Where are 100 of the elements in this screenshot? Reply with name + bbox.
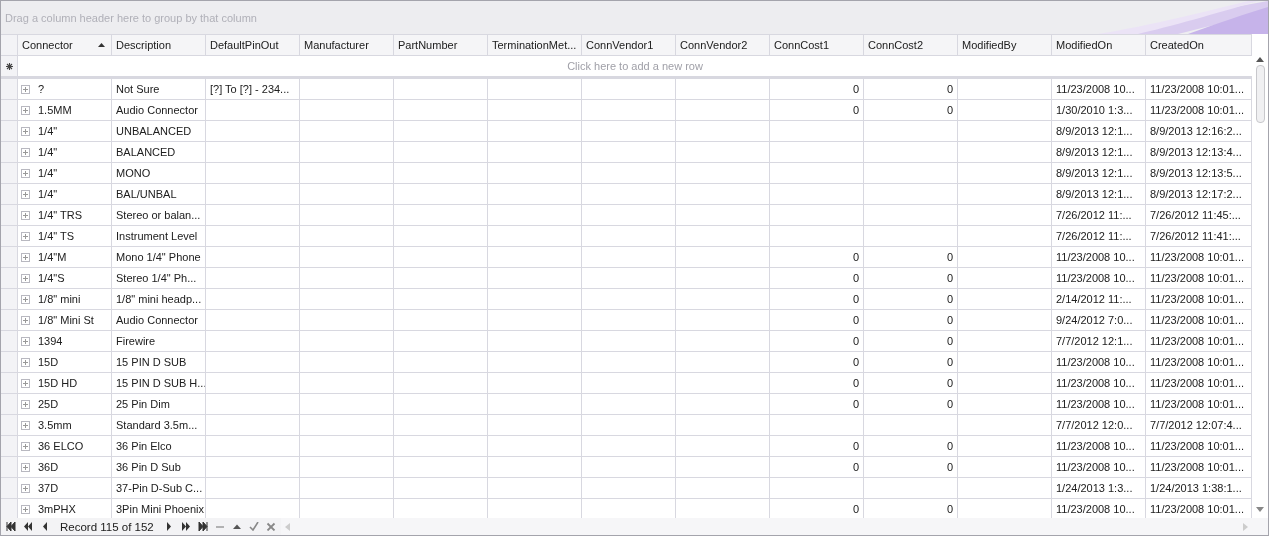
sort-ascending-icon (98, 43, 105, 47)
table-cell: 36 Pin Elco (112, 436, 206, 457)
up-triangle-icon[interactable] (231, 522, 242, 531)
expand-icon[interactable] (21, 231, 30, 241)
table-cell: 0 (770, 457, 864, 478)
cell-text: 1/4" (38, 146, 58, 158)
column-header[interactable]: DefaultPinOut (206, 35, 300, 56)
scroll-down-icon[interactable] (1256, 507, 1264, 512)
expand-icon[interactable] (21, 273, 30, 283)
close-icon[interactable] (265, 522, 276, 531)
column-header[interactable]: TerminationMet... (488, 35, 582, 56)
cell-text: 37D (38, 482, 59, 494)
cell-text: 25D (38, 398, 59, 410)
expand-icon[interactable] (21, 252, 30, 262)
column-header[interactable]: ConnVendor2 (676, 35, 770, 56)
expand-icon[interactable] (21, 483, 30, 493)
table-cell: 11/23/2008 10... (1052, 436, 1146, 457)
column-header[interactable]: CreatedOn (1146, 35, 1252, 56)
expand-icon[interactable] (21, 399, 30, 409)
table-cell: 7/7/2012 12:1... (1052, 331, 1146, 352)
table-cell: 15 PIN D SUB (112, 352, 206, 373)
table-cell: 11/23/2008 10... (1052, 79, 1146, 100)
column-header[interactable]: Description (112, 35, 206, 56)
expand-icon[interactable] (21, 126, 30, 136)
column-header[interactable]: ModifiedBy (958, 35, 1052, 56)
cell-text: 36D (38, 461, 59, 473)
column-header[interactable]: ConnVendor1 (582, 35, 676, 56)
expand-icon[interactable] (21, 105, 30, 115)
table-cell: Firewire (112, 331, 206, 352)
checkmark-icon[interactable] (248, 522, 259, 531)
table-cell: UNBALANCED (112, 121, 206, 142)
table-cell: 0 (864, 331, 958, 352)
table-cell: 8/9/2013 12:1... (1052, 142, 1146, 163)
expand-icon[interactable] (21, 420, 30, 430)
cell-text: 3mPHX (38, 503, 76, 515)
table-cell: 11/23/2008 10... (1052, 352, 1146, 373)
table-cell: 7/26/2012 11:... (1052, 205, 1146, 226)
table-cell: 15 PIN D SUB H... (112, 373, 206, 394)
expand-icon[interactable] (21, 315, 30, 325)
table-cell: Audio Connector (112, 310, 206, 331)
expand-icon[interactable] (21, 378, 30, 388)
scroll-thumb[interactable] (1255, 65, 1265, 123)
table-cell: 0 (864, 436, 958, 457)
table-cell: 8/9/2013 12:1... (1052, 184, 1146, 205)
record-counter: Record 115 of 152 (60, 520, 154, 533)
column-header[interactable]: Manufacturer (300, 35, 394, 56)
scroll-up-icon[interactable] (1256, 57, 1264, 62)
table-cell: Instrument Level (112, 226, 206, 247)
cell-text: 1.5MM (38, 104, 72, 116)
table-cell: 9/24/2012 7:0... (1052, 310, 1146, 331)
column-header[interactable]: PartNumber (394, 35, 488, 56)
table-cell: Audio Connector (112, 100, 206, 121)
table-cell: Stereo 1/4" Ph... (112, 268, 206, 289)
expand-icon[interactable] (21, 441, 30, 451)
column-header[interactable]: ConnCost1 (770, 35, 864, 56)
cell-text: 1/4" (38, 167, 58, 179)
table-cell: 7/26/2012 11:... (1052, 226, 1146, 247)
cell-text: 1/4" (38, 188, 58, 200)
column-header[interactable]: ModifiedOn (1052, 35, 1146, 56)
scroll-left-icon[interactable] (285, 522, 290, 531)
table-cell: 0 (770, 373, 864, 394)
table-cell: 0 (864, 247, 958, 268)
table-cell: 0 (770, 268, 864, 289)
expand-icon[interactable] (21, 168, 30, 178)
table-cell: 0 (864, 79, 958, 100)
cell-text: 3.5mm (38, 419, 72, 431)
expand-icon[interactable] (21, 84, 30, 94)
cell-text: 15D (38, 356, 59, 368)
cell-text: 1/4" TS (38, 230, 75, 242)
next-page-icon[interactable] (180, 522, 191, 531)
table-cell: 25 Pin Dim (112, 394, 206, 415)
column-header[interactable]: ConnCost2 (864, 35, 958, 56)
scroll-right-icon[interactable] (1243, 522, 1248, 531)
expand-icon[interactable] (21, 210, 30, 220)
expand-icon[interactable] (21, 336, 30, 346)
table-cell: 11/23/2008 10... (1052, 268, 1146, 289)
previous-record-icon[interactable] (40, 522, 50, 531)
previous-page-icon[interactable] (23, 522, 33, 531)
table-cell: Standard 3.5m... (112, 415, 206, 436)
table-cell: 0 (770, 436, 864, 457)
cell-text: 1/8" mini (38, 293, 81, 305)
expand-icon[interactable] (21, 504, 30, 514)
table-cell: 1/8" mini headp... (112, 289, 206, 310)
table-cell: 0 (770, 331, 864, 352)
expand-icon[interactable] (21, 189, 30, 199)
cell-text: 1394 (38, 335, 63, 347)
expand-icon[interactable] (21, 357, 30, 367)
table-cell: Not Sure (112, 79, 206, 100)
cell-text: 36 ELCO (38, 440, 84, 452)
first-record-icon[interactable] (6, 522, 16, 531)
asterisk-icon (5, 62, 13, 70)
expand-icon[interactable] (21, 294, 30, 304)
table-cell: 0 (864, 100, 958, 121)
table-cell: 0 (770, 79, 864, 100)
column-header[interactable]: Connector (18, 35, 112, 56)
table-cell: 0 (770, 247, 864, 268)
last-record-icon[interactable] (197, 522, 208, 531)
expand-icon[interactable] (21, 147, 30, 157)
cell-text: 1/4"S (38, 272, 65, 284)
expand-icon[interactable] (21, 462, 30, 472)
